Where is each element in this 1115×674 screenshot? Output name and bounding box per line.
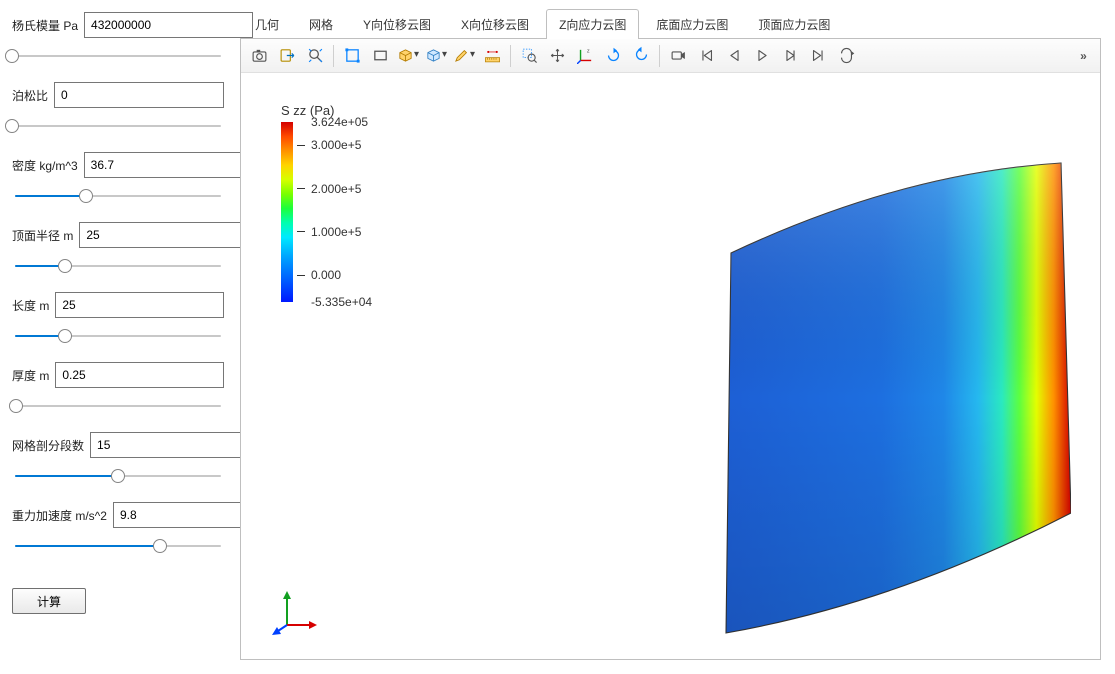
record-icon[interactable] <box>666 44 690 68</box>
legend-tick: 2.000e+5 <box>297 182 361 196</box>
param-input-length[interactable] <box>55 292 224 318</box>
rotate-ccw-icon[interactable] <box>601 44 625 68</box>
legend-tick: 0.000 <box>297 268 341 282</box>
frame-last-icon[interactable] <box>806 44 830 68</box>
tab-mesh[interactable]: 网格 <box>296 9 346 39</box>
frame-first-icon[interactable] <box>694 44 718 68</box>
view-frame: ▾▾▾z» S zz (Pa) 3.624e+053.000e+52.000e+… <box>240 38 1101 660</box>
param-slider-thick[interactable] <box>12 396 224 418</box>
axes-icon[interactable]: z <box>573 44 597 68</box>
tab-dispY[interactable]: Y向位移云图 <box>350 9 444 39</box>
play-icon[interactable] <box>750 44 774 68</box>
frame-next-icon[interactable] <box>778 44 802 68</box>
param-slider-mesh[interactable] <box>12 466 224 488</box>
color-legend: S zz (Pa) 3.624e+053.000e+52.000e+51.000… <box>281 103 387 302</box>
axis-widget <box>271 587 321 637</box>
compute-button[interactable]: 计算 <box>12 588 86 614</box>
tab-stressZ[interactable]: Z向应力云图 <box>546 9 639 39</box>
param-label-radius: 顶面半径 m <box>12 227 79 244</box>
legend-tick: 3.624e+05 <box>297 115 368 129</box>
tab-geom[interactable]: 几何 <box>242 9 292 39</box>
pan-icon[interactable] <box>545 44 569 68</box>
param-input-poisson[interactable] <box>54 82 224 108</box>
param-slider-youngs[interactable] <box>12 46 224 68</box>
param-label-youngs: 杨氏模量 Pa <box>12 17 84 34</box>
legend-ticks: 3.624e+053.000e+52.000e+51.000e+50.000-5… <box>297 122 387 302</box>
zoom-fit-icon[interactable] <box>303 44 327 68</box>
tab-dispX[interactable]: X向位移云图 <box>448 9 542 39</box>
param-slider-radius[interactable] <box>12 256 224 278</box>
param-label-poisson: 泊松比 <box>12 87 54 104</box>
param-label-grav: 重力加速度 m/s^2 <box>12 507 113 524</box>
legend-color-bar <box>281 122 293 302</box>
legend-tick: -5.335e+04 <box>297 295 372 309</box>
param-input-thick[interactable] <box>55 362 224 388</box>
param-slider-grav[interactable] <box>12 536 224 558</box>
tab-stressBot[interactable]: 底面应力云图 <box>643 9 741 39</box>
param-slider-length[interactable] <box>12 326 224 348</box>
rotate-cw-icon[interactable] <box>629 44 653 68</box>
param-label-thick: 厚度 m <box>12 367 55 384</box>
svg-text:z: z <box>586 49 589 55</box>
param-slider-density[interactable] <box>12 186 224 208</box>
toolbar: ▾▾▾z» <box>241 39 1100 73</box>
main-area: 几何网格Y向位移云图X向位移云图Z向应力云图底面应力云图顶面应力云图 ▾▾▾z»… <box>236 0 1115 674</box>
param-label-density: 密度 kg/m^3 <box>12 157 84 174</box>
param-slider-poisson[interactable] <box>12 116 224 138</box>
clear-icon[interactable]: ▾ <box>452 44 476 68</box>
cube-dd-icon[interactable]: ▾ <box>396 44 420 68</box>
param-label-mesh: 网格剖分段数 <box>12 437 90 454</box>
param-label-length: 长度 m <box>12 297 55 314</box>
param-panel: 杨氏模量 Pa 泊松比 密度 kg/m^3 顶面半径 m <box>0 0 236 674</box>
stress-surface <box>501 133 1071 643</box>
param-input-radius[interactable] <box>79 222 248 248</box>
param-input-youngs[interactable] <box>84 12 253 38</box>
frame-prev-icon[interactable] <box>722 44 746 68</box>
select-rect-icon[interactable] <box>368 44 392 68</box>
export-icon[interactable] <box>275 44 299 68</box>
screenshot-icon[interactable] <box>247 44 271 68</box>
select-box-icon[interactable] <box>340 44 364 68</box>
zoom-window-icon[interactable] <box>517 44 541 68</box>
transparency-icon[interactable]: ▾ <box>424 44 448 68</box>
legend-tick: 1.000e+5 <box>297 225 361 239</box>
result-canvas[interactable]: S zz (Pa) 3.624e+053.000e+52.000e+51.000… <box>241 73 1100 659</box>
param-input-density[interactable] <box>84 152 253 178</box>
measure-icon[interactable] <box>480 44 504 68</box>
param-input-mesh[interactable] <box>90 432 259 458</box>
legend-tick: 3.000e+5 <box>297 138 361 152</box>
tab-bar: 几何网格Y向位移云图X向位移云图Z向应力云图底面应力云图顶面应力云图 <box>240 8 1101 38</box>
toolbar-overflow-icon[interactable]: » <box>1072 49 1094 63</box>
loop-icon[interactable] <box>834 44 858 68</box>
tab-stressTop[interactable]: 顶面应力云图 <box>745 9 843 39</box>
